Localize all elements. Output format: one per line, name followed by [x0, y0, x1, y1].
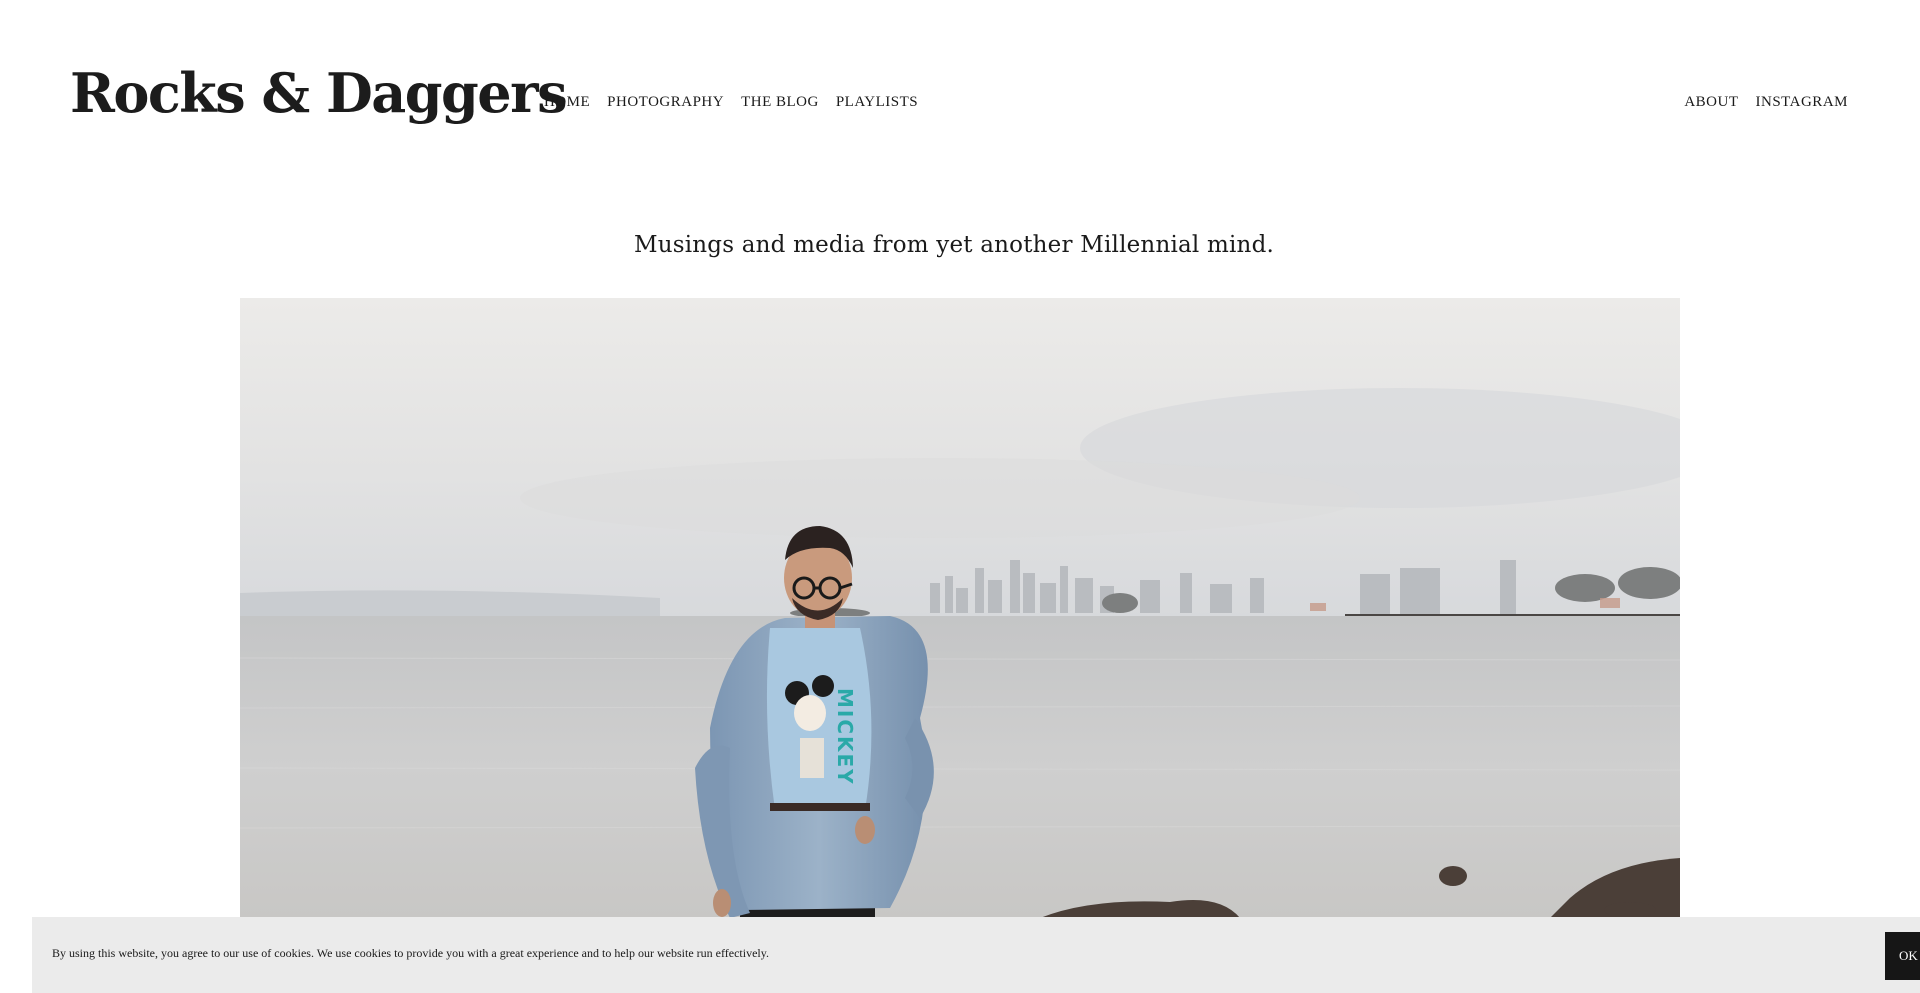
cookie-banner: By using this website, you agree to our … [32, 917, 1920, 993]
hero-image: MICKEY [240, 298, 1680, 918]
main-nav: HOME PHOTOGRAPHY THE BLOG PLAYLISTS [544, 94, 918, 111]
secondary-nav: ABOUT INSTAGRAM [1684, 94, 1848, 111]
site-logo[interactable]: Rocks & Daggers [70, 66, 567, 120]
site-header: Rocks & Daggers HOME PHOTOGRAPHY THE BLO… [0, 0, 1920, 170]
cookie-accept-button[interactable]: OK [1885, 932, 1920, 980]
cookie-banner-text: By using this website, you agree to our … [52, 946, 769, 960]
site-tagline: Musings and media from yet another Mille… [633, 232, 1275, 258]
nav-link-about[interactable]: ABOUT [1684, 94, 1738, 111]
nav-link-home[interactable]: HOME [544, 94, 590, 111]
hero-photo: MICKEY [240, 298, 1680, 918]
nav-link-photography[interactable]: PHOTOGRAPHY [607, 94, 724, 111]
nav-link-instagram[interactable]: INSTAGRAM [1756, 94, 1848, 111]
nav-link-playlists[interactable]: PLAYLISTS [836, 94, 918, 111]
nav-link-the-blog[interactable]: THE BLOG [741, 94, 819, 111]
tshirt-text: MICKEY [833, 688, 857, 786]
